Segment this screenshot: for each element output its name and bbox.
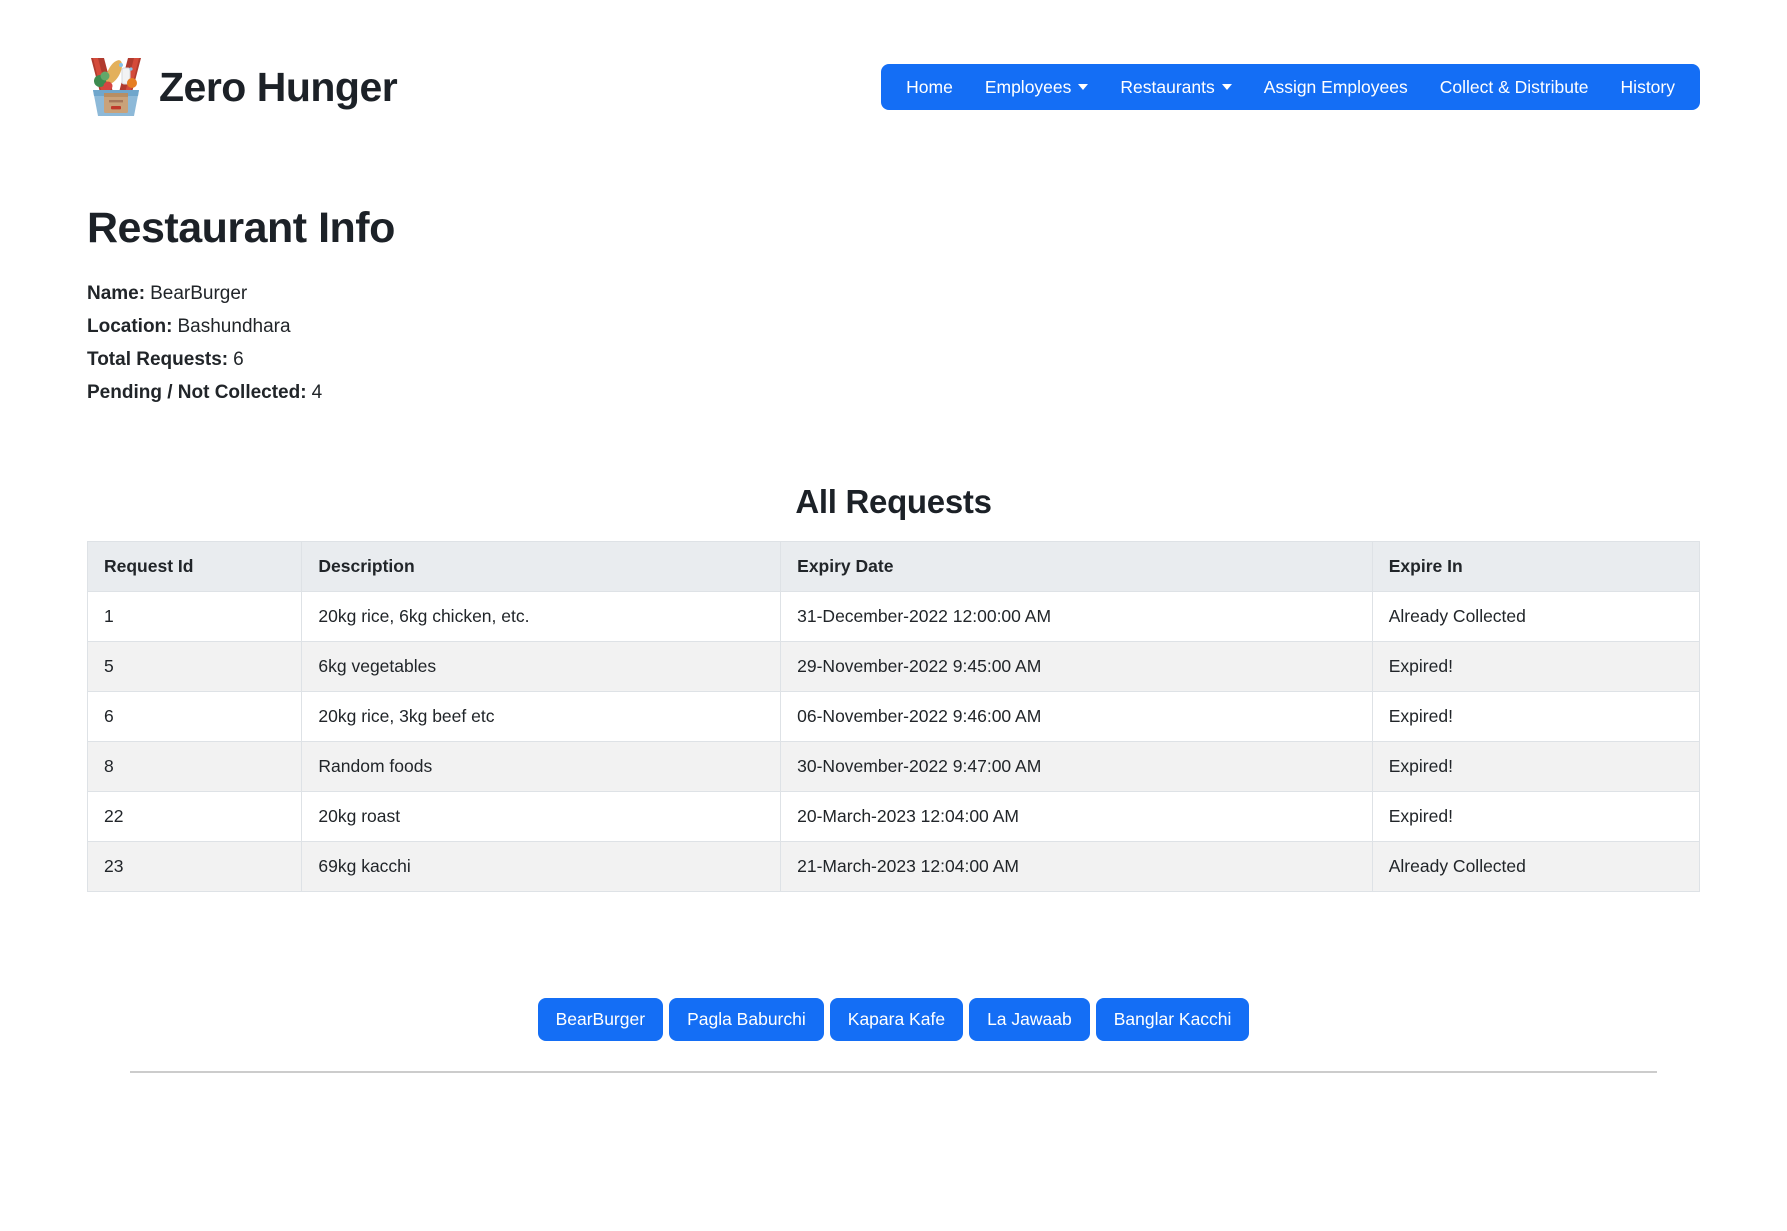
cell-request-id: 22 bbox=[88, 792, 302, 842]
grocery-basket-icon bbox=[87, 56, 145, 118]
cell-expiry-date: 06-November-2022 9:46:00 AM bbox=[781, 692, 1373, 742]
nav-item-employees-label: Employees bbox=[985, 77, 1072, 98]
cell-expire-in: Expired! bbox=[1372, 742, 1699, 792]
restaurant-button-banglar-kacchi[interactable]: Banglar Kacchi bbox=[1096, 998, 1250, 1041]
table-row: 6 20kg rice, 3kg beef etc 06-November-20… bbox=[88, 692, 1700, 742]
table-row: 8 Random foods 30-November-2022 9:47:00 … bbox=[88, 742, 1700, 792]
col-expiry-date: Expiry Date bbox=[781, 542, 1373, 592]
table-row: 5 6kg vegetables 29-November-2022 9:45:0… bbox=[88, 642, 1700, 692]
nav-item-history[interactable]: History bbox=[1605, 64, 1691, 110]
col-request-id: Request Id bbox=[88, 542, 302, 592]
cell-description: Random foods bbox=[302, 742, 781, 792]
cell-expire-in: Already Collected bbox=[1372, 842, 1699, 892]
cell-request-id: 23 bbox=[88, 842, 302, 892]
cell-expiry-date: 29-November-2022 9:45:00 AM bbox=[781, 642, 1373, 692]
brand: Zero Hunger bbox=[87, 56, 397, 118]
nav-item-employees[interactable]: Employees bbox=[969, 64, 1105, 110]
info-total-requests-value: 6 bbox=[233, 349, 244, 370]
cell-expire-in: Expired! bbox=[1372, 692, 1699, 742]
header: Zero Hunger Home Employees Restaurants A… bbox=[87, 56, 1700, 118]
cell-expire-in: Expired! bbox=[1372, 792, 1699, 842]
requests-section-title: All Requests bbox=[87, 483, 1700, 521]
cell-expire-in: Already Collected bbox=[1372, 592, 1699, 642]
info-location-label: Location: bbox=[87, 316, 173, 337]
footer-divider bbox=[130, 1071, 1657, 1073]
col-expire-in: Expire In bbox=[1372, 542, 1699, 592]
cell-request-id: 8 bbox=[88, 742, 302, 792]
chevron-down-icon bbox=[1078, 84, 1088, 90]
restaurant-button-kapara-kafe[interactable]: Kapara Kafe bbox=[830, 998, 963, 1041]
cell-expire-in: Expired! bbox=[1372, 642, 1699, 692]
restaurant-info: Name:BearBurger Location:Bashundhara Tot… bbox=[87, 277, 1700, 409]
nav-item-restaurants-label: Restaurants bbox=[1120, 77, 1214, 98]
page-title: Restaurant Info bbox=[87, 204, 1700, 253]
table-header-row: Request Id Description Expiry Date Expir… bbox=[88, 542, 1700, 592]
restaurant-button-la-jawaab[interactable]: La Jawaab bbox=[969, 998, 1090, 1041]
cell-expiry-date: 31-December-2022 12:00:00 AM bbox=[781, 592, 1373, 642]
col-description: Description bbox=[302, 542, 781, 592]
main-navbar: Home Employees Restaurants Assign Employ… bbox=[881, 64, 1700, 110]
info-pending: Pending / Not Collected:4 bbox=[87, 376, 1700, 409]
restaurant-button-pagla-baburchi[interactable]: Pagla Baburchi bbox=[669, 998, 824, 1041]
app-title: Zero Hunger bbox=[159, 64, 397, 111]
requests-table: Request Id Description Expiry Date Expir… bbox=[87, 541, 1700, 892]
info-total-requests-label: Total Requests: bbox=[87, 349, 228, 370]
nav-item-collect-distribute[interactable]: Collect & Distribute bbox=[1424, 64, 1605, 110]
nav-item-restaurants[interactable]: Restaurants bbox=[1104, 64, 1247, 110]
cell-expiry-date: 30-November-2022 9:47:00 AM bbox=[781, 742, 1373, 792]
cell-request-id: 1 bbox=[88, 592, 302, 642]
cell-description: 20kg roast bbox=[302, 792, 781, 842]
info-pending-label: Pending / Not Collected: bbox=[87, 382, 307, 403]
table-row: 23 69kg kacchi 21-March-2023 12:04:00 AM… bbox=[88, 842, 1700, 892]
cell-description: 6kg vegetables bbox=[302, 642, 781, 692]
cell-description: 20kg rice, 6kg chicken, etc. bbox=[302, 592, 781, 642]
cell-expiry-date: 20-March-2023 12:04:00 AM bbox=[781, 792, 1373, 842]
cell-request-id: 6 bbox=[88, 692, 302, 742]
restaurant-button-bearburger[interactable]: BearBurger bbox=[538, 998, 664, 1041]
cell-request-id: 5 bbox=[88, 642, 302, 692]
info-name-value: BearBurger bbox=[150, 283, 247, 304]
info-location: Location:Bashundhara bbox=[87, 310, 1700, 343]
info-name: Name:BearBurger bbox=[87, 277, 1700, 310]
cell-description: 20kg rice, 3kg beef etc bbox=[302, 692, 781, 742]
info-total-requests: Total Requests:6 bbox=[87, 343, 1700, 376]
nav-item-assign-employees[interactable]: Assign Employees bbox=[1248, 64, 1424, 110]
cell-description: 69kg kacchi bbox=[302, 842, 781, 892]
nav-item-home[interactable]: Home bbox=[890, 64, 969, 110]
table-row: 22 20kg roast 20-March-2023 12:04:00 AM … bbox=[88, 792, 1700, 842]
info-location-value: Bashundhara bbox=[178, 316, 291, 337]
restaurant-buttons-row: BearBurger Pagla Baburchi Kapara Kafe La… bbox=[87, 998, 1700, 1041]
page-container: Zero Hunger Home Employees Restaurants A… bbox=[0, 56, 1787, 1073]
table-row: 1 20kg rice, 6kg chicken, etc. 31-Decemb… bbox=[88, 592, 1700, 642]
info-name-label: Name: bbox=[87, 283, 145, 304]
chevron-down-icon bbox=[1222, 84, 1232, 90]
requests-table-header: Request Id Description Expiry Date Expir… bbox=[88, 542, 1700, 592]
cell-expiry-date: 21-March-2023 12:04:00 AM bbox=[781, 842, 1373, 892]
info-pending-value: 4 bbox=[312, 382, 323, 403]
